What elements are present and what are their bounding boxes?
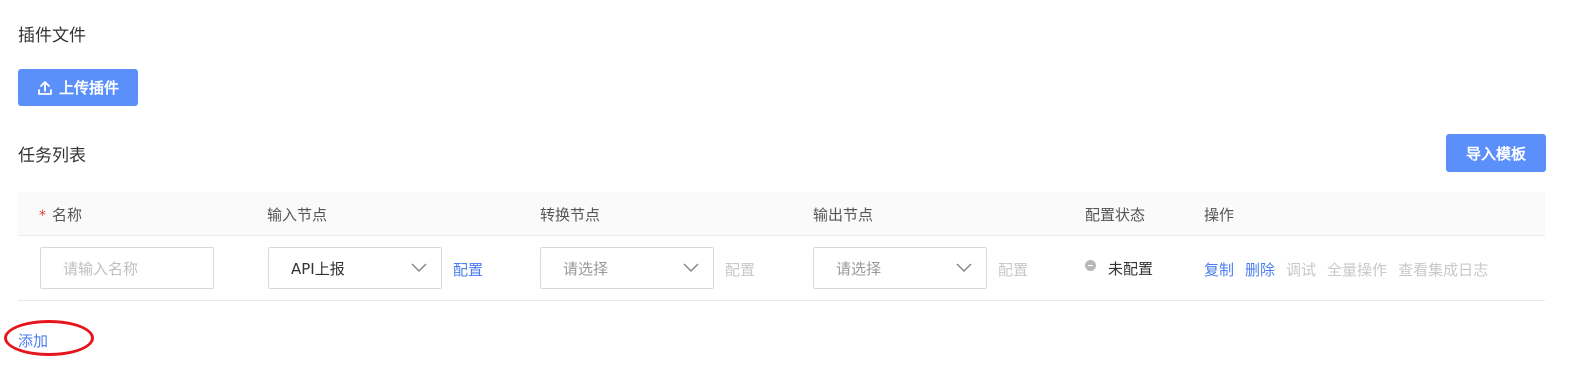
output-node-config-link[interactable]: 配置 xyxy=(998,259,1028,280)
minus-circle-icon xyxy=(1085,260,1096,271)
delete-link[interactable]: 删除 xyxy=(1245,259,1275,280)
chevron-down-icon xyxy=(956,263,972,273)
plugin-section-title: 插件文件 xyxy=(18,26,86,46)
upload-plugin-button[interactable]: 上传插件 xyxy=(18,69,138,106)
table-row-divider xyxy=(18,300,1545,301)
annotation-ellipse xyxy=(4,320,94,356)
upload-icon xyxy=(38,80,52,95)
chevron-down-icon xyxy=(683,263,699,273)
output-node-select[interactable]: 请选择 xyxy=(813,247,987,289)
task-name-input[interactable]: 请输入名称 xyxy=(40,247,214,289)
transform-node-config-link[interactable]: 配置 xyxy=(725,259,755,280)
column-header-transform-node: 转换节点 xyxy=(540,206,601,224)
column-header-name: * 名称 xyxy=(39,204,82,225)
task-section-title: 任务列表 xyxy=(18,146,86,166)
view-integration-log-link[interactable]: 查看集成日志 xyxy=(1398,259,1488,280)
transform-node-select-placeholder: 请选择 xyxy=(563,259,609,278)
output-node-select-placeholder: 请选择 xyxy=(836,259,882,278)
config-status-badge: 未配置 xyxy=(1085,258,1153,279)
row-actions: 复制 删除 调试 全量操作 查看集成日志 xyxy=(1204,259,1488,280)
input-node-select-value: API上报 xyxy=(291,259,345,278)
column-header-config-status: 配置状态 xyxy=(1085,206,1146,224)
column-header-output-node: 输出节点 xyxy=(813,206,874,224)
input-node-select[interactable]: API上报 xyxy=(268,247,442,289)
import-template-button[interactable]: 导入模板 xyxy=(1446,134,1546,172)
config-status-text: 未配置 xyxy=(1108,260,1154,278)
column-header-actions: 操作 xyxy=(1204,206,1235,224)
column-header-name-label: 名称 xyxy=(52,206,83,224)
debug-link[interactable]: 调试 xyxy=(1286,259,1316,280)
column-header-input-node: 输入节点 xyxy=(267,206,328,224)
required-mark: * xyxy=(39,208,46,224)
chevron-down-icon xyxy=(411,263,427,273)
copy-link[interactable]: 复制 xyxy=(1204,259,1234,280)
table-header xyxy=(18,192,1545,235)
full-operation-link[interactable]: 全量操作 xyxy=(1327,259,1387,280)
transform-node-select[interactable]: 请选择 xyxy=(540,247,714,289)
upload-plugin-label: 上传插件 xyxy=(58,79,119,97)
input-node-config-link[interactable]: 配置 xyxy=(453,259,483,280)
table-header-divider xyxy=(18,235,1545,236)
